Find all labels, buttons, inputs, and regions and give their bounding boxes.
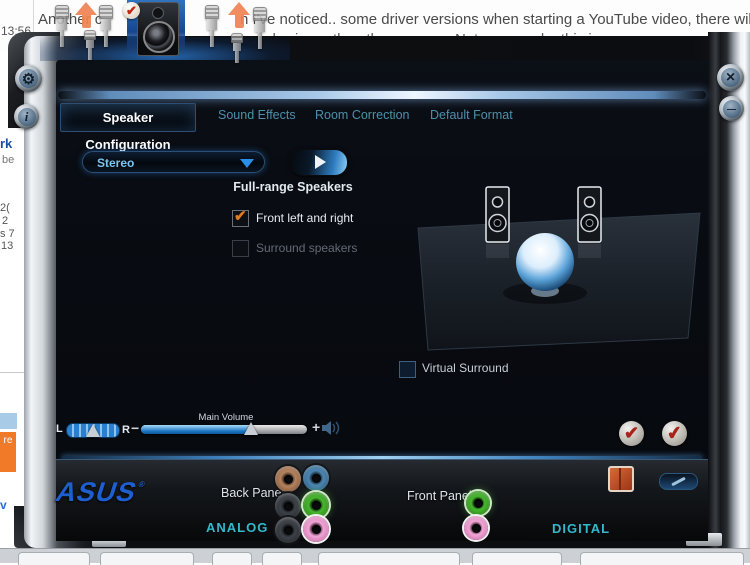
info-icon: i: [17, 107, 36, 126]
confirm-button[interactable]: ✔: [619, 421, 644, 446]
tab-speaker-configuration[interactable]: Speaker Configuration: [60, 103, 196, 152]
channel-mode-value: Stereo: [97, 156, 135, 170]
up-arrow-icon: [75, 2, 97, 28]
rca-plug-icon: [99, 5, 113, 47]
rca-plug-icon: [231, 33, 243, 63]
red-check-icon: ✔: [665, 422, 684, 444]
back-jack-blue[interactable]: [303, 465, 329, 491]
volume-fill: [141, 425, 251, 434]
back-jack-green[interactable]: [303, 492, 329, 518]
forum-post-text-end: n I've noticed.. some driver versions wh…: [240, 11, 750, 28]
audio-center-screen: Speaker Configuration Sound Effects Room…: [52, 60, 708, 543]
right-speaker-icon: [577, 186, 602, 258]
asus-logo: ASUS®: [52, 477, 147, 507]
info-button[interactable]: i: [14, 104, 39, 129]
speaker-device-icon: [137, 2, 179, 56]
balance-thumb[interactable]: [86, 424, 100, 437]
toolbar-button[interactable]: [318, 552, 460, 565]
back-panel-label: Back Panel: [221, 486, 285, 500]
rca-plug-icon: [253, 7, 267, 49]
settings-button[interactable]: ⚙: [15, 65, 42, 92]
up-arrow-icon: [228, 2, 250, 28]
listener-sphere: [516, 233, 574, 291]
wrench-icon: [671, 476, 686, 487]
test-play-button[interactable]: [290, 149, 348, 176]
page-fragment: 2(: [0, 202, 10, 214]
surround-speakers-label: Surround speakers: [256, 241, 358, 255]
close-icon: ×: [720, 67, 741, 88]
page-orange-button[interactable]: re: [0, 432, 16, 472]
front-jack-green[interactable]: [466, 491, 490, 515]
back-jack-orange[interactable]: [275, 466, 301, 492]
analog-label: ANALOG: [206, 520, 269, 535]
back-jack-gray-bottom[interactable]: [275, 517, 301, 543]
balance-slider[interactable]: [66, 423, 120, 438]
play-icon: [315, 155, 326, 169]
toolbar-button[interactable]: [472, 552, 562, 565]
front-left-right-label: Front left and right: [256, 211, 354, 225]
toolbar-button[interactable]: [212, 552, 252, 565]
volume-thumb[interactable]: [244, 422, 258, 435]
balance-left-label: L: [56, 423, 63, 435]
tab-room-correction[interactable]: Room Correction: [315, 108, 409, 122]
page-fragment: 2: [2, 215, 9, 227]
volume-minus[interactable]: −: [131, 420, 139, 436]
red-check-badge-icon: ✔: [123, 2, 140, 19]
rca-plug-icon: [205, 5, 219, 47]
surround-speakers-checkbox[interactable]: [232, 240, 249, 257]
glow-divider: [58, 91, 706, 99]
page-thumbnail: [0, 413, 17, 429]
close-button[interactable]: ×: [717, 64, 744, 91]
apply-button[interactable]: ✔: [662, 421, 687, 446]
page-divider: [0, 372, 26, 373]
speaker-volume-icon: [322, 421, 340, 435]
front-panel-label: Front Panel: [407, 489, 472, 503]
red-check-icon: ✔: [623, 423, 640, 443]
chevron-down-icon: [240, 159, 254, 168]
tab-sound-effects[interactable]: Sound Effects: [218, 108, 296, 122]
page-fragment: s 7: [0, 228, 15, 240]
fullrange-speakers-label: Full-range Speakers: [233, 180, 353, 194]
page-fragment: v: [0, 498, 7, 512]
page-fragment: be: [2, 154, 15, 166]
main-volume-label: Main Volume: [198, 412, 254, 423]
rca-plug-icon: [55, 5, 69, 47]
tab-default-format[interactable]: Default Format: [430, 108, 513, 122]
minimize-icon: —: [722, 99, 741, 118]
page-fragment: 13: [1, 240, 14, 252]
front-jack-pink[interactable]: [464, 516, 488, 540]
minimize-button[interactable]: —: [719, 96, 744, 121]
toolbar-button[interactable]: [262, 552, 302, 565]
back-jack-pink[interactable]: [303, 516, 329, 542]
browser-toolbar: [0, 548, 750, 565]
spdif-module-icon[interactable]: [608, 466, 634, 492]
front-left-right-checkbox[interactable]: ✔: [232, 208, 249, 227]
main-volume-slider[interactable]: [141, 422, 307, 435]
volume-plus[interactable]: +: [312, 419, 320, 435]
back-jack-gray-top[interactable]: [275, 493, 301, 519]
digital-label: DIGITAL: [552, 521, 611, 536]
virtual-surround-label: Virtual Surround: [422, 361, 509, 375]
settings-wrench-button[interactable]: [659, 473, 698, 490]
page-fragment: rk: [0, 136, 13, 151]
virtual-surround-checkbox[interactable]: [399, 361, 416, 378]
left-speaker-icon: [485, 186, 510, 258]
toolbar-button[interactable]: [580, 552, 744, 565]
gear-icon: ⚙: [18, 68, 39, 89]
check-icon: ✔: [234, 208, 247, 225]
selected-device-panel[interactable]: ✔: [123, 0, 185, 58]
channel-mode-select[interactable]: Stereo: [82, 151, 265, 173]
balance-right-label: R: [122, 424, 130, 436]
rca-plug-icon: [84, 30, 96, 60]
toolbar-button[interactable]: [100, 552, 194, 565]
toolbar-button[interactable]: [18, 552, 90, 565]
